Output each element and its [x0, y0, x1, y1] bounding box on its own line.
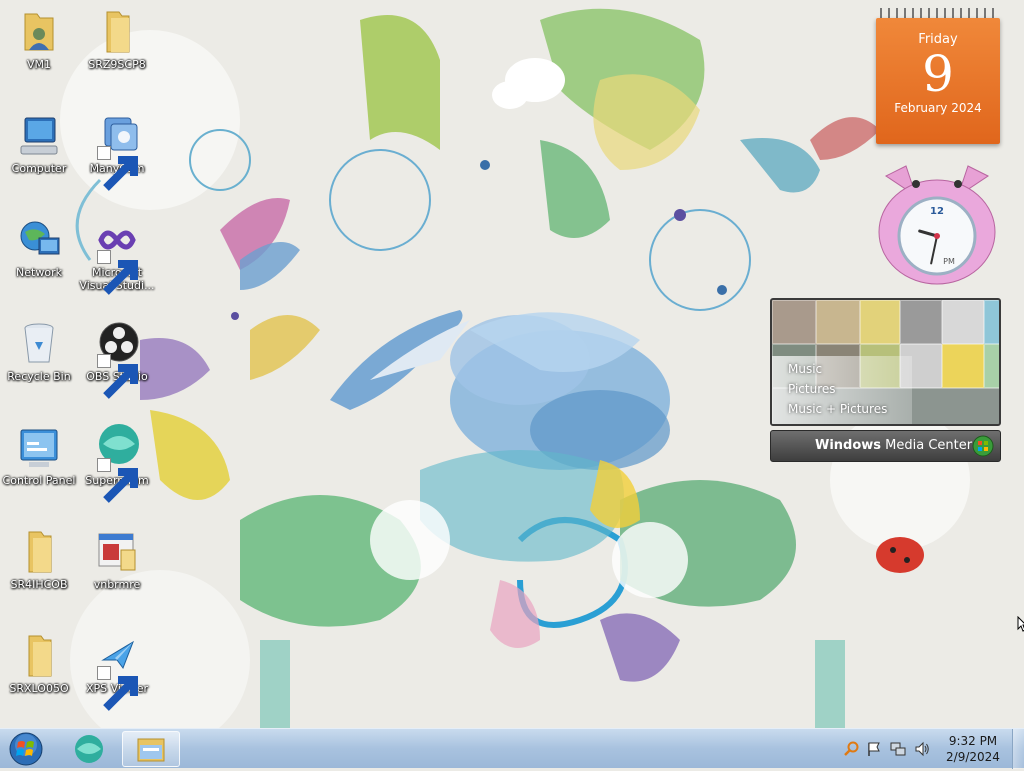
desktop-icon-label: VM1 — [26, 58, 51, 71]
desktop-icon-label: SRZ9SCP8 — [88, 58, 146, 71]
desktop-icon-label: SRXLO05O — [9, 682, 69, 695]
supermium-icon — [75, 735, 103, 763]
obs-icon — [93, 318, 141, 399]
desktop-icon-vnbrmre[interactable]: vnbrmre — [78, 526, 156, 622]
taskbar: 9:32 PM 2/9/2024 — [0, 728, 1024, 769]
shortcut-arrow-icon — [97, 146, 138, 191]
media-center-thumbnail-grid: Music Pictures Music + Pictures — [770, 298, 1001, 426]
xps-viewer-icon — [93, 630, 141, 711]
taskbar-clock[interactable]: 9:32 PM 2/9/2024 — [928, 733, 1018, 765]
desktop-icon-label: Computer — [11, 162, 67, 175]
desktop-icon-srxlo05o[interactable]: SRXLO05O — [0, 630, 78, 726]
start-button[interactable] — [6, 730, 46, 768]
taskbar-explorer-button[interactable] — [122, 731, 180, 767]
desktop-icon-computer[interactable]: Computer — [0, 110, 78, 206]
clock-twelve-label: 12 — [930, 206, 944, 217]
desktop-icon-recycle-bin[interactable]: Recycle Bin — [0, 318, 78, 414]
shortcut-arrow-icon — [97, 666, 138, 711]
folder-icon — [15, 526, 63, 576]
brand-media-center-text: Media Center — [881, 438, 973, 453]
computer-icon — [15, 110, 63, 160]
shortcut-arrow-icon — [97, 458, 138, 503]
mouse-cursor-icon — [1017, 616, 1024, 632]
desktop-icon-vm1[interactable]: VM1 — [0, 6, 78, 102]
windows-start-orb-icon — [9, 732, 43, 766]
media-center-brand-label: Windows Media Center — [815, 438, 972, 453]
desktop-icon-sr4ihcob[interactable]: SR4IHCOB — [0, 526, 78, 622]
supermium-icon — [93, 422, 141, 503]
clock-am-pm: PM — [943, 257, 955, 266]
taskbar-supermium-button[interactable] — [60, 731, 118, 767]
shortcut-arrow-icon — [97, 250, 138, 295]
desktop-icon-network[interactable]: Network — [0, 214, 78, 310]
network-icon — [15, 214, 63, 264]
search-icon[interactable] — [844, 741, 860, 757]
desktop-icon-label: SR4IHCOB — [10, 578, 68, 591]
media-center-pictures-item[interactable]: Pictures — [788, 382, 836, 396]
flag-icon[interactable] — [866, 741, 882, 757]
desktop-icon-obs-studio[interactable]: OBS Studio — [78, 318, 156, 414]
media-center-music-item[interactable]: Music — [788, 362, 822, 376]
desktop-icon-srz9scp8[interactable]: SRZ9SCP8 — [78, 6, 156, 102]
taskbar-date: 2/9/2024 — [946, 750, 1000, 764]
calendar-gadget[interactable]: Friday 9 February 2024 — [876, 8, 1000, 144]
explorer-folder-icon — [137, 738, 165, 762]
desktop-icon-xps-viewer[interactable]: XPS Viewer — [78, 630, 156, 726]
folder-icon — [93, 6, 141, 56]
desktop-icon-label: Network — [16, 266, 62, 279]
windows-orb-icon — [972, 435, 994, 457]
manycam-icon — [93, 110, 141, 191]
calendar-day-number: 9 — [922, 45, 954, 103]
user-folder-icon — [15, 6, 63, 56]
shortcut-arrow-icon — [97, 354, 138, 399]
network-icon[interactable] — [890, 741, 906, 757]
desktop-icon-label: Control Panel — [2, 474, 76, 487]
clock-gadget[interactable]: 12 PM — [876, 156, 998, 286]
media-center-menu: Music Pictures Music + Pictures — [772, 356, 912, 424]
installer-icon — [93, 526, 141, 576]
desktop-icon-label: Recycle Bin — [7, 370, 71, 383]
clock-center-pin — [934, 233, 940, 239]
desktop-icon-label: vnbrmre — [93, 578, 141, 591]
show-desktop-button[interactable] — [1012, 729, 1024, 769]
calendar-month-year: February 2024 — [894, 101, 982, 115]
media-center-brand-bar[interactable]: Windows Media Center — [770, 430, 1001, 462]
recycle-bin-icon — [15, 318, 63, 368]
desktop-icon-control-panel[interactable]: Control Panel — [0, 422, 78, 518]
desktop-icon-manycam[interactable]: ManyCam — [78, 110, 156, 206]
folder-icon — [15, 630, 63, 680]
calendar-page: Friday 9 February 2024 — [876, 18, 1000, 144]
desktop-icon-supermium[interactable]: Supermium — [78, 422, 156, 518]
taskbar-time: 9:32 PM — [948, 734, 998, 748]
desktop-icon-visual-studio[interactable]: Microsoft Visual Studi... — [78, 214, 156, 310]
control-panel-icon — [15, 422, 63, 472]
brand-windows-text: Windows — [815, 438, 882, 453]
visual-studio-icon — [93, 214, 141, 295]
media-center-music-pictures-item[interactable]: Music + Pictures — [788, 402, 887, 416]
media-center-gadget[interactable]: Music Pictures Music + Pictures Windows … — [770, 298, 1001, 462]
pink-cat-clock-face: 12 PM — [878, 165, 996, 285]
